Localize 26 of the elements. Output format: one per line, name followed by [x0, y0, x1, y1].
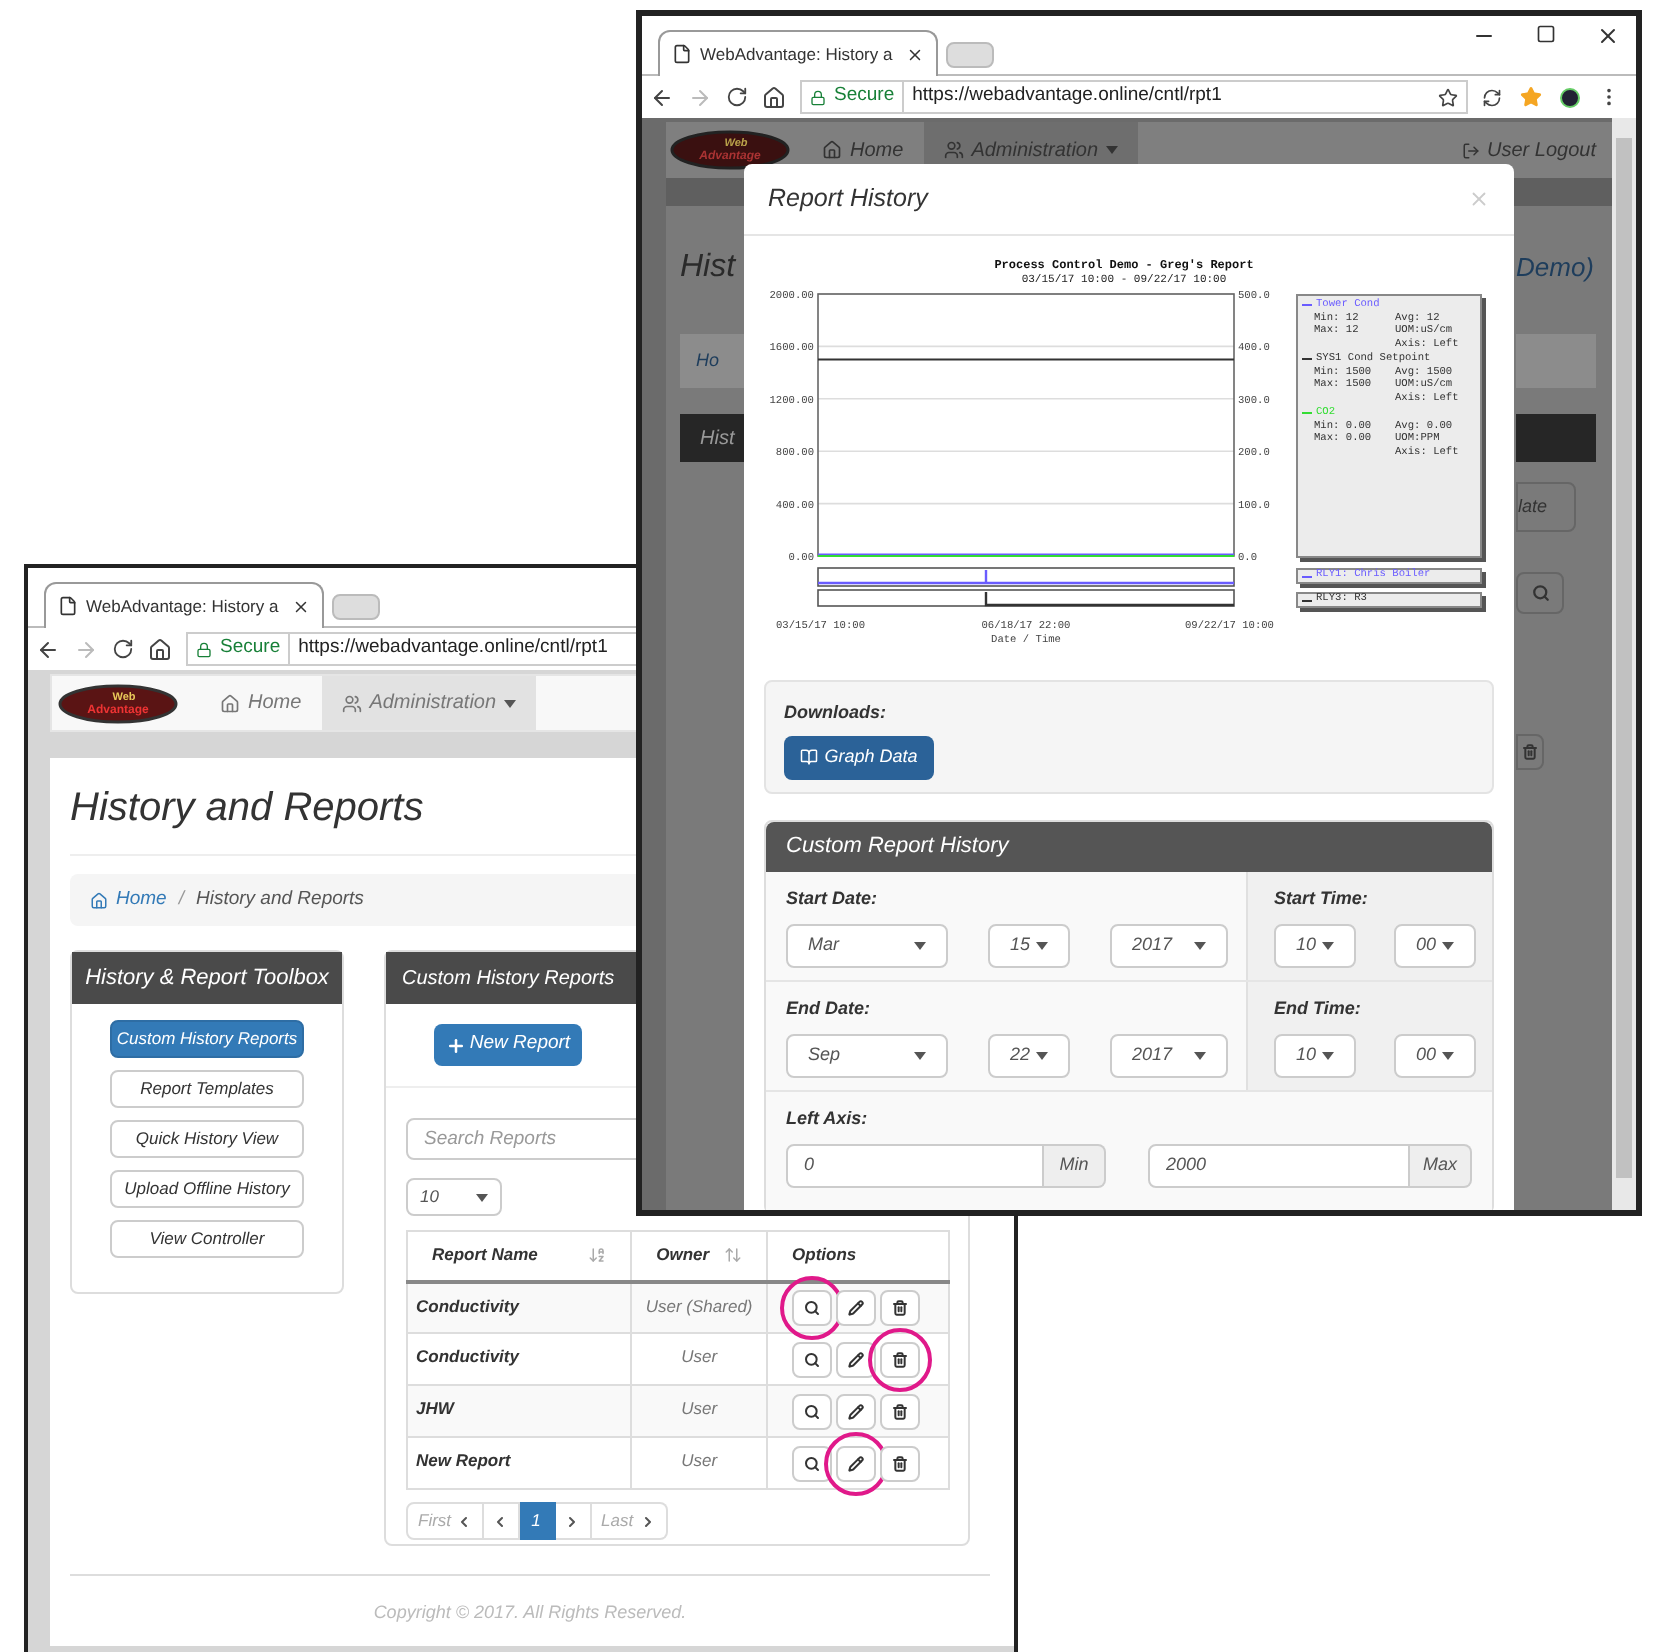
input-addon: Max — [1410, 1143, 1472, 1187]
panel-title-fragment: Hist — [700, 425, 735, 453]
table-cell: New Report — [407, 1437, 632, 1489]
field-label: Start Time: — [1274, 886, 1370, 912]
field-label: Left Axis: — [786, 1106, 870, 1132]
secure-label: Secure — [834, 82, 905, 112]
modal-title: Report History — [768, 182, 928, 217]
breadcrumb-current: History and Reports — [195, 885, 364, 914]
field-label: End Time: — [1274, 996, 1363, 1022]
url-text: https://webadvantage.online/cntl/rpt1 — [912, 82, 1222, 111]
input-addon: Min — [1044, 1143, 1106, 1187]
breadcrumb-separator: / — [178, 885, 184, 914]
copyright-text: Copyright © 2017. All Rights Reserved. — [373, 1602, 687, 1622]
downloads-label: Downloads: — [784, 700, 888, 726]
secure-label: Secure — [220, 634, 291, 664]
tab-title: WebAdvantage: History a — [86, 593, 281, 619]
breadcrumb-fragment: Ho — [696, 347, 720, 374]
table-cell: User — [631, 1437, 768, 1489]
field-label: Start Date: — [786, 886, 880, 912]
page-title-fragment: Hist — [680, 248, 739, 288]
tab-title: WebAdvantage: History a — [700, 41, 895, 67]
panel-header: Custom Report History — [766, 822, 1492, 872]
url-text: https://webadvantage.online/cntl/rpt1 — [298, 634, 608, 663]
panel-header: History & Report Toolbox — [72, 952, 342, 1004]
page-title-fragment: Demo) — [1516, 250, 1597, 286]
page-title: History and Reports — [70, 784, 426, 834]
